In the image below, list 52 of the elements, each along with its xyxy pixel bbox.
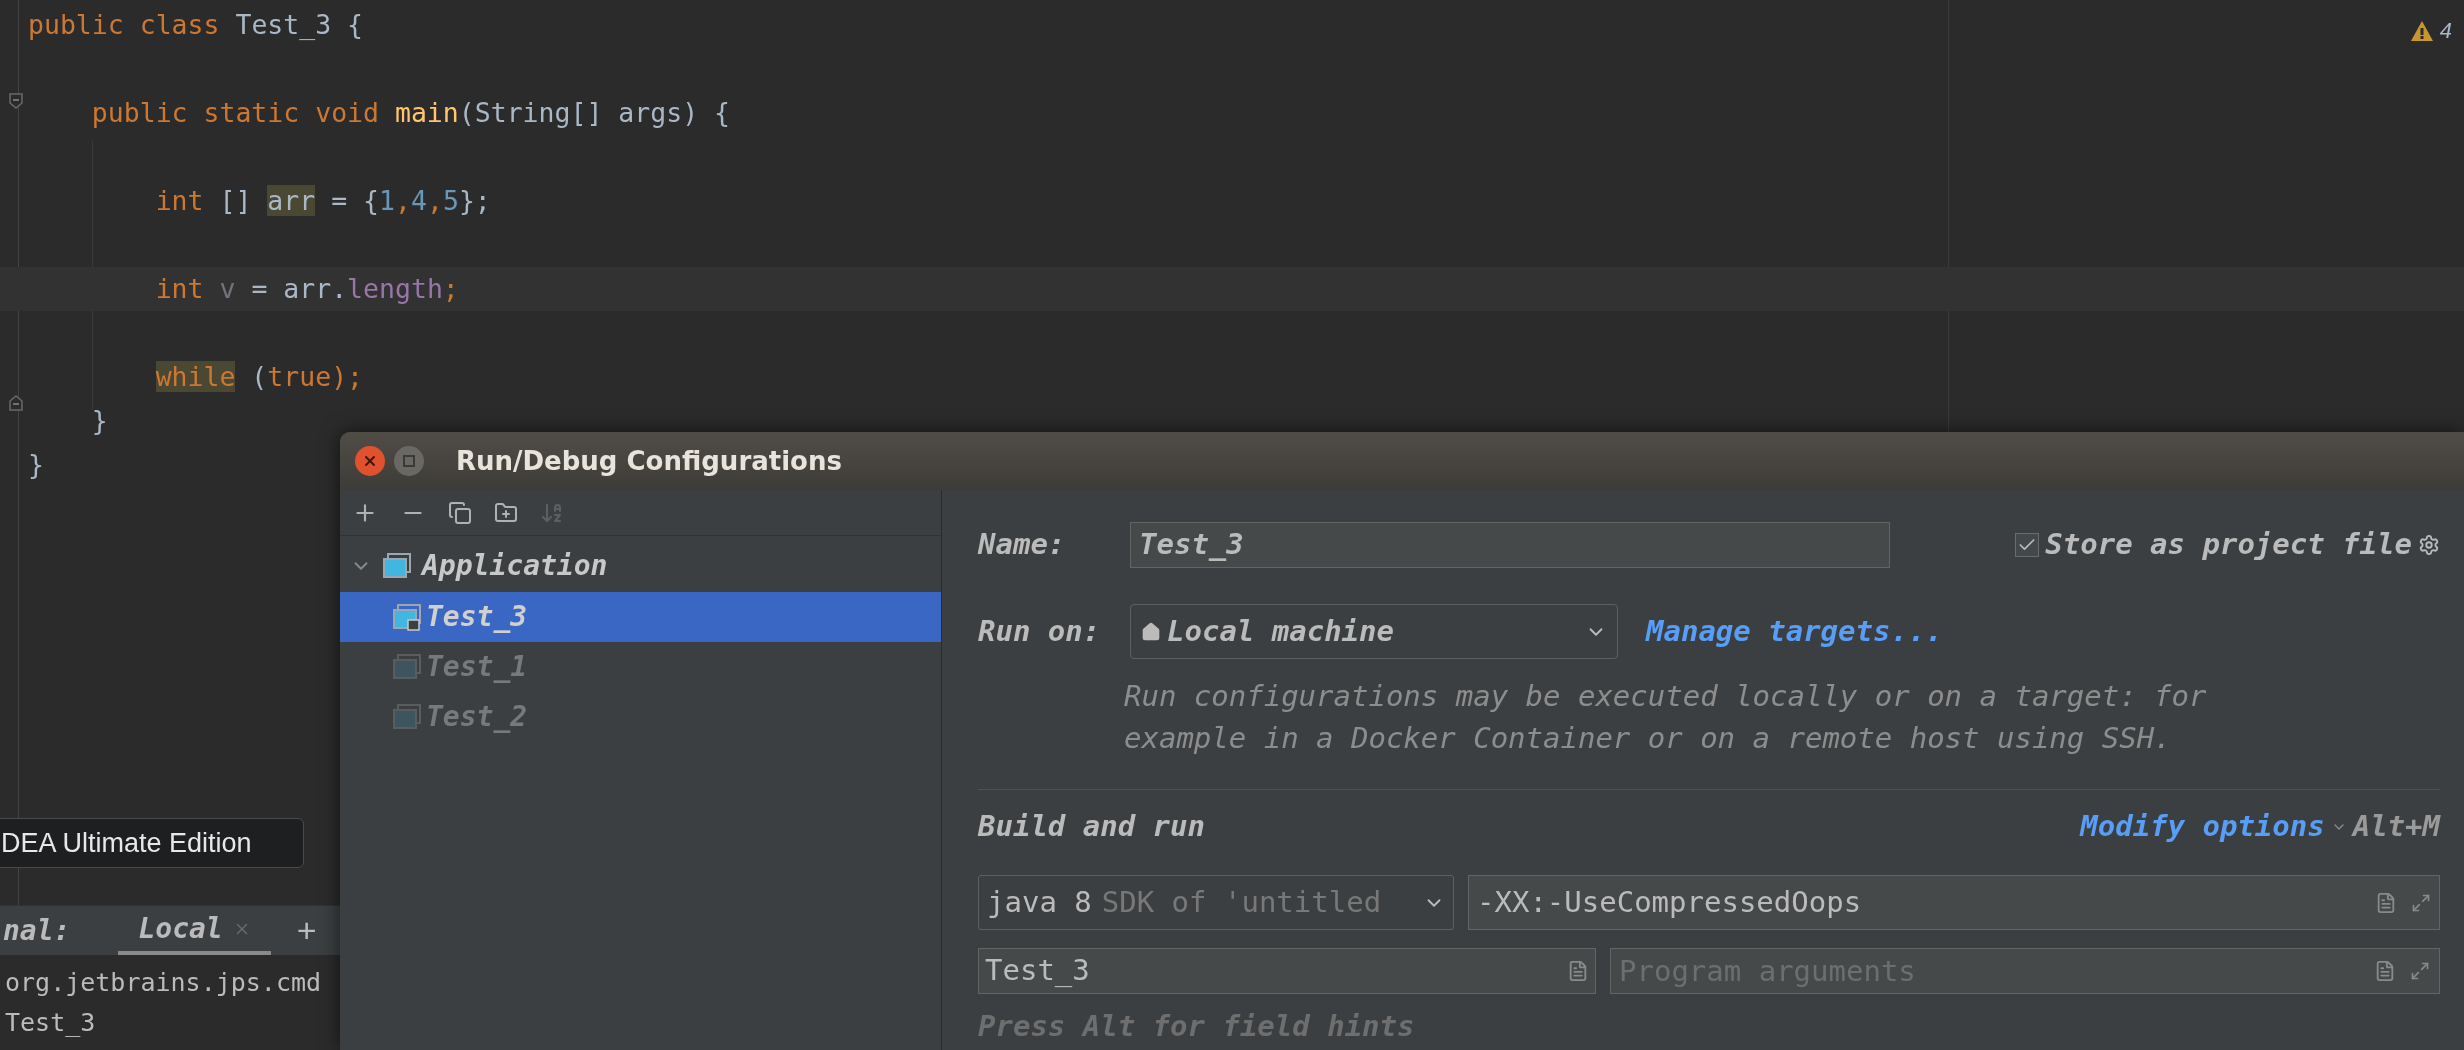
new-tab-button[interactable]: + xyxy=(296,905,317,956)
maximize-button[interactable] xyxy=(394,446,424,476)
tree-item[interactable]: Test_3 xyxy=(340,592,941,642)
target-dropdown[interactable]: Local machine xyxy=(1130,604,1618,659)
terminal-line: Test_3 xyxy=(5,1007,96,1039)
warning-icon[interactable] xyxy=(2409,19,2434,42)
fold-marker-icon[interactable] xyxy=(9,395,23,411)
code-line: public class Test_3 { xyxy=(28,8,364,42)
name-label: Name: xyxy=(978,526,1067,564)
tooltip: DEA Ultimate Edition xyxy=(0,818,304,868)
name-field[interactable]: Test_3 xyxy=(1130,522,1890,568)
code-line: public static void main(String[] args) { xyxy=(90,96,730,130)
window-title: Run/Debug Configurations xyxy=(456,444,842,478)
home-icon xyxy=(1141,621,1161,642)
checkbox-label[interactable]: Store as project file xyxy=(2045,523,2412,567)
folder-plus-icon[interactable] xyxy=(494,500,518,525)
jre-dropdown[interactable]: java 8 SDK of 'untitled xyxy=(978,875,1454,930)
expand-icon[interactable] xyxy=(2410,961,2430,981)
terminal-line: org.jetbrains.jps.cmd xyxy=(5,967,322,999)
code-line: } xyxy=(28,448,44,482)
code-line: while (true); xyxy=(154,360,364,394)
vm-options-field[interactable]: -XX:-UseCompressedOops xyxy=(1468,875,2440,930)
close-icon[interactable] xyxy=(362,453,378,469)
application-icon xyxy=(392,603,422,631)
application-icon xyxy=(392,703,422,731)
application-icon xyxy=(392,653,422,681)
shortcut-hint: Alt+M xyxy=(2352,808,2440,846)
terminal-tab[interactable]: Local xyxy=(118,906,271,955)
modify-options-link[interactable]: Modify options xyxy=(2080,805,2325,849)
document-icon[interactable] xyxy=(1567,960,1589,982)
tree-item[interactable]: Test_2 xyxy=(340,692,941,742)
fold-marker-icon[interactable] xyxy=(9,93,23,109)
tree-item[interactable]: Test_1 xyxy=(340,642,941,692)
warning-count[interactable]: 4 xyxy=(2439,14,2452,47)
code-line: int [] arr = {1,4,5}; xyxy=(154,184,491,218)
description-text: Run configurations may be executed locally or on a target: for xyxy=(1124,678,2208,715)
document-icon[interactable] xyxy=(2375,891,2397,914)
main-class-field[interactable]: Test_3 xyxy=(978,948,1596,994)
terminal-label: nal: xyxy=(3,912,71,949)
manage-targets-link[interactable]: Manage targets... xyxy=(1646,609,1943,654)
tree-item[interactable]: Application xyxy=(340,540,941,592)
copy-icon[interactable] xyxy=(448,500,472,525)
description-text: example in a Docker Container or on a remote host using SSH. xyxy=(1124,720,2173,757)
document-icon[interactable] xyxy=(2374,960,2396,982)
run-on-label: Run on: xyxy=(978,612,1102,650)
code-line: int v = arr.length; xyxy=(154,272,459,306)
close-button[interactable] xyxy=(355,446,385,476)
application-icon xyxy=(382,552,412,580)
expand-icon[interactable] xyxy=(2411,892,2431,913)
section-heading: Build and run xyxy=(978,808,1205,846)
code-line: } xyxy=(90,404,108,438)
settings-icon[interactable] xyxy=(2418,534,2440,556)
